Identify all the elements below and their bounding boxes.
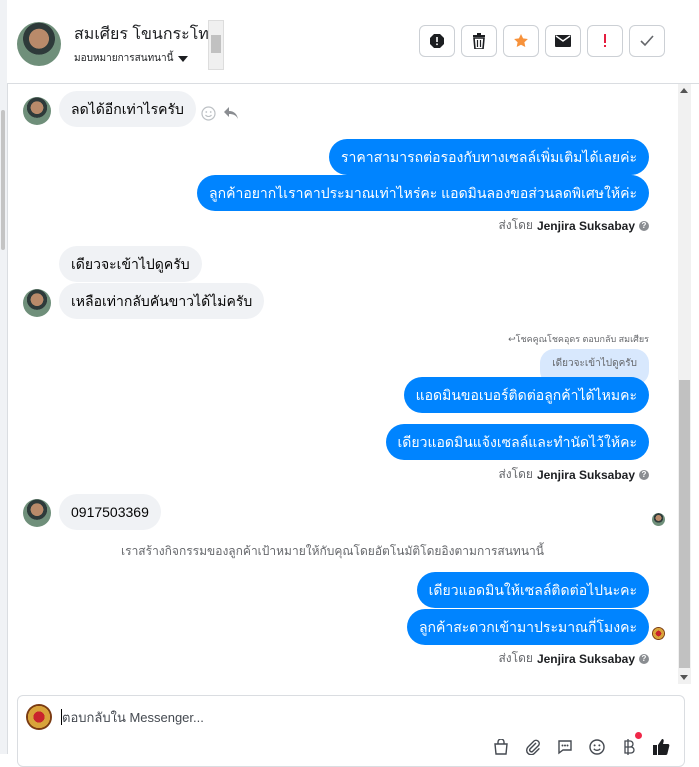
- contact-avatar[interactable]: [17, 22, 61, 66]
- read-receipt-avatar: [652, 627, 665, 640]
- incoming-message[interactable]: เดียวจะเข้าไปดูครับ: [59, 246, 202, 282]
- left-edge: [0, 0, 8, 754]
- alert-icon: [604, 34, 606, 47]
- contact-name[interactable]: สมเศียร โขนกระโทก: [74, 22, 219, 47]
- mail-button[interactable]: [545, 25, 581, 57]
- outgoing-message[interactable]: แอดมินขอเบอร์ติดต่อลูกค้าได้ไหมคะ: [403, 377, 649, 413]
- assign-label: มอบหมายการสนทนานี้: [74, 53, 174, 64]
- emoji-button[interactable]: [588, 738, 606, 756]
- contact-avatar-small[interactable]: [23, 97, 51, 125]
- info-icon[interactable]: ?: [639, 653, 649, 664]
- spam-icon: [430, 34, 444, 48]
- system-message: เราสร้างกิจกรรมของลูกค้าเป้าหมายให้กับคุ…: [121, 544, 544, 558]
- mail-icon: [555, 35, 571, 47]
- sent-by-label: ส่งโดย Jenjira Suksabay ?: [498, 649, 649, 668]
- reply-header: ↩︎โชคคูณโชคอุดร ตอบกลับ สมเศียร: [508, 334, 649, 344]
- outgoing-message[interactable]: เดียวแอดมินแจ้งเซลล์และทำนัดไว้ให้คะ: [385, 424, 649, 460]
- trash-icon: [473, 33, 485, 49]
- composer-toolbar: [492, 732, 670, 756]
- outgoing-message[interactable]: ลูกค้าสะดวกเข้ามาประมาณกี่โมงคะ: [406, 609, 649, 645]
- star-icon: [514, 34, 528, 47]
- saved-replies-button[interactable]: [556, 738, 574, 756]
- reply-composer: [17, 695, 685, 767]
- outgoing-message[interactable]: ลูกค้าอยากไเราคาประมาณเท่าไหร่คะ แอดมินล…: [197, 175, 649, 211]
- done-button[interactable]: [629, 25, 665, 57]
- contact-avatar-small[interactable]: [23, 289, 51, 317]
- contact-avatar-small[interactable]: [23, 499, 51, 527]
- payment-button[interactable]: [620, 732, 642, 756]
- star-button[interactable]: [503, 25, 539, 57]
- sender-name: Jenjira Suksabay: [536, 218, 635, 233]
- react-icon[interactable]: [201, 106, 216, 121]
- notification-dot: [635, 732, 642, 739]
- page-avatar: [26, 704, 52, 730]
- incoming-message[interactable]: เหลือเท่ากลับคันขาวได้ไม่ครับ: [59, 283, 265, 319]
- attach-icon: [525, 739, 540, 755]
- caret-down-icon: [178, 55, 189, 62]
- info-icon[interactable]: ?: [639, 469, 649, 480]
- emoji-icon: [589, 739, 605, 755]
- outgoing-message[interactable]: เดียวแอดมินให้เซลล์ติดต่อไปนะคะ: [416, 572, 649, 608]
- sent-by-prefix: ส่งโดย: [498, 218, 533, 232]
- reply-icon[interactable]: [223, 106, 239, 120]
- header-toolbar: [419, 25, 665, 57]
- delete-button[interactable]: [461, 25, 497, 57]
- sent-by-label: ส่งโดย Jenjira Suksabay ?: [498, 216, 649, 235]
- bag-icon: [494, 739, 508, 755]
- spam-button[interactable]: [419, 25, 455, 57]
- check-icon: [640, 35, 654, 47]
- header-scrollbar[interactable]: [208, 20, 224, 70]
- products-button[interactable]: [492, 738, 510, 756]
- sender-name: Jenjira Suksabay: [536, 651, 635, 666]
- conversation-header: สมเศียร โขนกระโทก มอบหมายการสนทนานี้: [7, 0, 699, 84]
- alert-button[interactable]: [587, 25, 623, 57]
- outgoing-message[interactable]: ราคาสามารถต่อรองกับทางเซลล์เพิ่มเติมได้เ…: [328, 139, 649, 175]
- saved-reply-icon: [558, 740, 572, 755]
- like-icon: [653, 739, 670, 755]
- attach-button[interactable]: [524, 738, 542, 756]
- reply-input[interactable]: [62, 710, 462, 725]
- sent-by-prefix: ส่งโดย: [498, 651, 533, 665]
- baht-icon: [624, 739, 635, 755]
- incoming-message[interactable]: ลดได้อีกเท่าไรครับ: [59, 91, 196, 127]
- sent-by-label: ส่งโดย Jenjira Suksabay ?: [498, 465, 649, 484]
- sender-name: Jenjira Suksabay: [536, 467, 635, 482]
- like-button[interactable]: [652, 738, 670, 756]
- sent-by-prefix: ส่งโดย: [498, 467, 533, 481]
- left-scrollbar-thumb[interactable]: [1, 110, 5, 250]
- message-scrollbar[interactable]: [678, 84, 691, 684]
- incoming-message[interactable]: 0917503369: [59, 494, 161, 530]
- seen-avatar: [652, 513, 665, 526]
- assign-dropdown[interactable]: มอบหมายการสนทนานี้: [74, 51, 189, 66]
- info-icon[interactable]: ?: [639, 220, 649, 231]
